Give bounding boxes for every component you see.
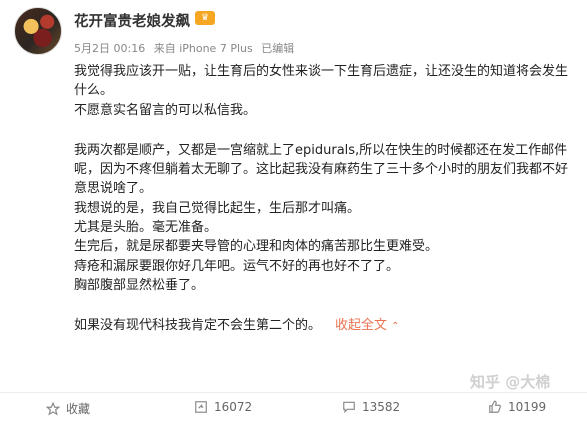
watermark: 知乎 @大棉 [470,373,551,391]
paragraph: 不愿意实名留言的可以私信我。 [74,102,257,118]
post-source: 来自 iPhone 7 Plus [153,42,253,55]
paragraph: 我觉得我应该开一贴，让生育后的女性来谈一下生育后遗症，让还没生的知道将会发生什么… [74,64,569,99]
paragraph: 我想说的是，我自己觉得比起生，生后那才叫痛。 [74,200,361,216]
repost-icon [195,401,207,413]
collapse-text-link[interactable]: 收起全文 ⌃ [335,318,400,333]
like-count: 10199 [508,400,547,414]
repost-count: 16072 [214,400,253,414]
paragraph: 胸部腹部显然松垂了。 [74,277,205,293]
avatar[interactable] [14,7,62,55]
post-body: 我觉得我应该开一贴，让生育后的女性来谈一下生育后遗症，让还没生的知道将会发生什么… [74,62,574,337]
post-meta: 5月2日 00:16 来自 iPhone 7 Plus 已编辑 [74,40,299,56]
comment-icon [343,401,355,414]
paragraph: 生完后，就是尿都要夹导管的心理和肉体的痛苦那比生更难受。 [74,239,439,255]
collect-label: 收藏 [66,402,91,416]
paragraph: 我两次都是顺产，又都是一宫缩就上了epidurals,所以在快生的时候都还在发工… [74,142,569,197]
last-line: 如果没有现代科技我肯定不会生第二个的。 [74,318,322,334]
collect-button[interactable]: 收藏 [46,400,90,417]
repost-button[interactable]: 16072 [194,400,252,414]
paragraph: 尤其是头胎。毫无准备。 [74,220,218,236]
comment-count: 13582 [362,400,401,414]
paragraph: 痔疮和漏尿要跟你好几年吧。运气不好的再也好不了了。 [74,258,400,274]
paragraph-last: 如果没有现代科技我肯定不会生第二个的。 收起全文 ⌃ [74,316,574,336]
comment-button[interactable]: 13582 [342,400,400,414]
action-bar: 收藏 16072 13582 10199 [0,392,587,424]
author-name[interactable]: 花开富贵老娘发飙 [74,10,190,31]
like-button[interactable]: 10199 [488,400,546,414]
edited-label[interactable]: 已编辑 [261,42,294,55]
thumbs-up-icon [489,400,501,413]
post-timestamp[interactable]: 5月2日 00:16 [74,42,145,55]
chevron-up-icon: ⌃ [391,321,400,333]
star-icon [46,401,60,416]
vip-badge-icon: ♛ [195,11,215,25]
